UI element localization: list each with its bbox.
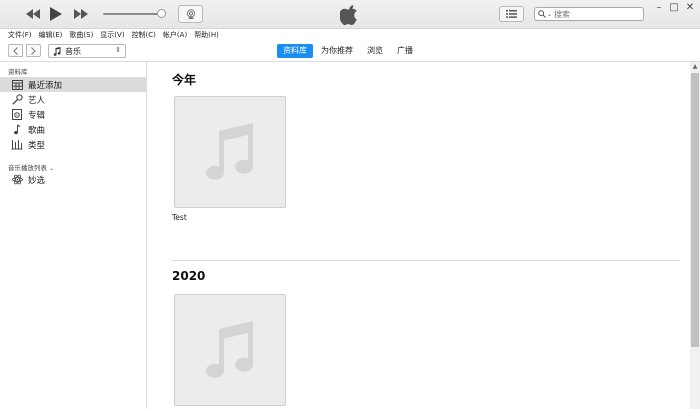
album-artwork-tile[interactable] [174,294,286,406]
sidebar: 资料库 最近添加 艺人 专辑 歌曲 类型 音乐播放列表 ⌄ 妙选 [0,62,147,409]
chevron-right-icon [31,46,36,55]
vertical-scrollbar[interactable]: ▲ [690,62,700,409]
fast-forward-button[interactable] [72,6,90,22]
search-input[interactable]: ⌄ 搜索 [534,7,644,21]
tab-browse[interactable]: 浏览 [361,44,389,58]
menu-file[interactable]: 文件(F) [8,30,32,40]
genius-atom-icon [11,174,23,186]
tab-library[interactable]: 资料库 [277,44,313,58]
sidebar-item-label: 类型 [28,140,46,151]
sidebar-item-label: 专辑 [28,110,46,121]
sidebar-item-artists[interactable]: 艺人 [0,92,146,107]
tab-radio[interactable]: 广播 [391,44,419,58]
maximize-button[interactable]: □ [667,2,681,14]
play-button[interactable] [47,6,65,22]
music-note-placeholder-icon [206,123,253,180]
sidebar-item-albums[interactable]: 专辑 [0,107,146,122]
search-placeholder: 搜索 [554,9,571,19]
apple-logo-icon [339,4,360,25]
back-button[interactable] [8,44,23,57]
menu-controls[interactable]: 控制(C) [132,30,156,40]
sidebar-item-label: 最近添加 [28,80,63,91]
menu-bar: 文件(F) 编辑(E) 歌曲(S) 显示(V) 控制(C) 帐户(A) 帮助(H… [0,29,700,41]
fast-forward-icon [74,9,88,19]
media-type-label: 音乐 [65,46,81,56]
sidebar-item-recently-added[interactable]: 最近添加 [0,77,146,92]
album-title[interactable]: Test [172,213,187,222]
play-icon [50,7,62,21]
album-icon [11,109,23,121]
library-tabs: 资料库 为你推荐 浏览 广播 [277,44,421,58]
sidebar-library-header: 资料库 [8,68,28,76]
music-note-icon [53,46,61,56]
music-note-icon [11,124,23,136]
sidebar-item-genres[interactable]: 类型 [0,137,146,152]
section-title: 今年 [172,73,197,87]
menu-song[interactable]: 歌曲(S) [69,30,93,40]
menu-account[interactable]: 帐户(A) [163,30,187,40]
sidebar-item-label: 歌曲 [28,125,46,136]
scrollbar-thumb[interactable] [691,73,699,347]
menu-view[interactable]: 显示(V) [100,30,124,40]
section-divider [172,260,680,261]
minimize-button[interactable]: – [652,2,666,14]
close-button[interactable]: ✕ [683,2,697,14]
recently-added-icon [11,79,23,91]
navigation-bar: 音乐 ⇕ 资料库 为你推荐 浏览 广播 [0,41,700,62]
sidebar-item-songs[interactable]: 歌曲 [0,122,146,137]
media-type-select[interactable]: 音乐 ⇕ [48,44,126,58]
sidebar-playlists-header[interactable]: 音乐播放列表 ⌄ [8,162,54,172]
sidebar-item-genius[interactable]: 妙选 [0,172,146,187]
sidebar-item-label: 艺人 [28,95,46,106]
sidebar-item-label: 妙选 [28,175,46,186]
sidebar-playlists-header-label: 音乐播放列表 [8,164,47,172]
rewind-icon [26,9,40,19]
airplay-button[interactable] [178,5,203,23]
player-toolbar: ⌄ 搜索 – □ ✕ [0,0,700,29]
up-next-button[interactable] [499,6,524,22]
album-artwork-tile[interactable] [174,96,286,208]
music-note-placeholder-icon [206,321,253,378]
scroll-up-arrow-icon[interactable]: ▲ [690,62,700,72]
chevron-updown-icon: ⇕ [115,46,121,54]
rewind-button[interactable] [24,6,42,22]
library-content: 今年 Test 2020 [148,62,690,409]
menu-help[interactable]: 帮助(H) [194,30,219,40]
genre-icon [11,139,23,151]
list-icon [506,10,517,18]
airplay-icon [186,9,195,19]
menu-edit[interactable]: 编辑(E) [39,30,63,40]
forward-button[interactable] [26,44,41,57]
section-title: 2020 [172,269,206,283]
tab-for-you[interactable]: 为你推荐 [315,44,359,58]
search-dropdown-caret-icon: ⌄ [547,10,553,18]
chevron-left-icon [13,46,18,55]
volume-slider-knob[interactable] [157,9,166,18]
chevron-down-icon: ⌄ [49,165,55,172]
search-icon [538,10,546,18]
volume-slider[interactable] [103,13,163,15]
microphone-icon [11,94,23,106]
